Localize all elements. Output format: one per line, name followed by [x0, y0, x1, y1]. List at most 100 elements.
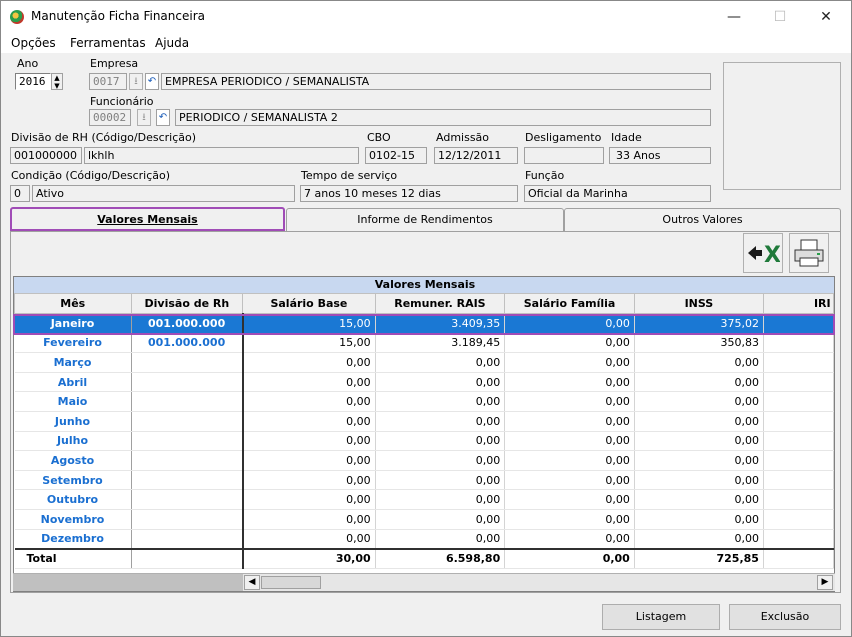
- cell-total-label[interactable]: Total: [14, 547, 132, 569]
- cell-irrf[interactable]: [763, 470, 834, 491]
- exclusao-button[interactable]: Exclusão: [729, 604, 841, 630]
- table-row[interactable]: Dezembro 0,00 0,00 0,00 0,00: [14, 529, 834, 550]
- cell-inss[interactable]: 0,00: [634, 509, 764, 530]
- cell-mes[interactable]: Dezembro: [14, 529, 132, 550]
- cell-mes[interactable]: Março: [14, 352, 132, 373]
- cell-irrf[interactable]: [763, 391, 834, 412]
- cell-remuner-rais[interactable]: 0,00: [375, 411, 506, 432]
- scroll-thumb[interactable]: [261, 576, 321, 589]
- cell-remuner-rais[interactable]: 3.409,35: [375, 313, 506, 334]
- cell-remuner-rais[interactable]: 0,00: [375, 470, 506, 491]
- cell-salario-familia[interactable]: 0,00: [504, 333, 635, 354]
- menu-ferramentas[interactable]: Ferramentas: [70, 36, 146, 50]
- cell-salario-base[interactable]: 0,00: [242, 352, 376, 373]
- table-row[interactable]: Janeiro 001.000.000 15,00 3.409,35 0,00 375,0…: [14, 313, 834, 334]
- scroll-left-icon[interactable]: ◀: [244, 575, 260, 590]
- cell-salario-familia[interactable]: 0,00: [504, 509, 635, 530]
- cell-inss[interactable]: 0,00: [634, 411, 764, 432]
- table-row[interactable]: Julho 0,00 0,00 0,00 0,00: [14, 431, 834, 452]
- cell-irrf[interactable]: [763, 372, 834, 393]
- cell-divisao[interactable]: 001.000.000: [131, 313, 244, 334]
- cell-salario-familia[interactable]: 0,00: [504, 431, 635, 452]
- cell-salario-base[interactable]: 15,00: [242, 313, 376, 334]
- funcionario-code-field[interactable]: 00002: [89, 109, 131, 126]
- table-row[interactable]: Fevereiro 001.000.000 15,00 3.189,45 0,00 350…: [14, 333, 834, 354]
- cell-salario-base[interactable]: 0,00: [242, 450, 376, 471]
- empresa-undo-icon[interactable]: ↶: [145, 73, 159, 90]
- cell-total-inss[interactable]: 725,85: [634, 547, 764, 569]
- cell-divisao[interactable]: [131, 431, 244, 452]
- cell-divisao[interactable]: [131, 489, 244, 510]
- empresa-lookup-icon[interactable]: ⭳: [129, 73, 143, 90]
- col-header-remuner-rais[interactable]: Remuner. RAIS: [374, 293, 506, 314]
- cell-irrf[interactable]: [763, 431, 834, 452]
- table-row[interactable]: Outubro 0,00 0,00 0,00 0,00: [14, 489, 834, 510]
- cell-salario-familia[interactable]: 0,00: [504, 313, 635, 334]
- cell-divisao[interactable]: [131, 411, 244, 432]
- table-row[interactable]: Novembro 0,00 0,00 0,00 0,00: [14, 509, 834, 530]
- cell-salario-base[interactable]: 0,00: [242, 509, 376, 530]
- funcionario-undo-icon[interactable]: ↶: [156, 109, 170, 126]
- scroll-right-icon[interactable]: ▶: [817, 575, 833, 590]
- col-header-mes[interactable]: Mês: [14, 293, 132, 314]
- cell-mes[interactable]: Janeiro: [14, 313, 132, 334]
- cell-irrf[interactable]: [763, 352, 834, 373]
- cell-salario-familia[interactable]: 0,00: [504, 391, 635, 412]
- cell-salario-base[interactable]: 0,00: [242, 411, 376, 432]
- tab-outros-valores[interactable]: Outros Valores: [564, 208, 841, 232]
- menu-ajuda[interactable]: Ajuda: [155, 36, 189, 50]
- cell-inss[interactable]: 0,00: [634, 391, 764, 412]
- col-header-salario-familia[interactable]: Salário Família: [504, 293, 635, 314]
- maximize-button[interactable]: ☐: [757, 1, 803, 33]
- funcionario-lookup-icon[interactable]: ⭳: [137, 109, 151, 126]
- cell-salario-base[interactable]: 0,00: [242, 470, 376, 491]
- cell-inss[interactable]: 0,00: [634, 529, 764, 550]
- cell-mes[interactable]: Maio: [14, 391, 132, 412]
- cell-divisao[interactable]: [131, 391, 244, 412]
- cell-remuner-rais[interactable]: 0,00: [375, 450, 506, 471]
- cell-remuner-rais[interactable]: 3.189,45: [375, 333, 506, 354]
- cell-remuner-rais[interactable]: 0,00: [375, 489, 506, 510]
- excel-export-button[interactable]: X: [743, 233, 783, 273]
- cell-total-remuner-rais[interactable]: 6.598,80: [375, 547, 506, 569]
- cell-mes[interactable]: Agosto: [14, 450, 132, 471]
- col-header-divisao[interactable]: Divisão de Rh: [130, 293, 244, 314]
- cell-total-salario-base[interactable]: 30,00: [242, 547, 376, 569]
- cell-irrf[interactable]: [763, 489, 834, 510]
- table-row[interactable]: Abril 0,00 0,00 0,00 0,00: [14, 372, 834, 393]
- horizontal-scrollbar[interactable]: ◀ ▶: [13, 573, 835, 591]
- cell-divisao[interactable]: [131, 470, 244, 491]
- cell-remuner-rais[interactable]: 0,00: [375, 431, 506, 452]
- cell-inss[interactable]: 350,83: [634, 333, 764, 354]
- cell-salario-base[interactable]: 0,00: [242, 372, 376, 393]
- cell-mes[interactable]: Abril: [14, 372, 132, 393]
- col-header-inss[interactable]: INSS: [633, 293, 764, 314]
- cell-divisao[interactable]: [131, 450, 244, 471]
- cell-inss[interactable]: 0,00: [634, 431, 764, 452]
- cell-salario-familia[interactable]: 0,00: [504, 372, 635, 393]
- table-row[interactable]: Março 0,00 0,00 0,00 0,00: [14, 352, 834, 373]
- cell-irrf[interactable]: [763, 333, 834, 354]
- cell-salario-base[interactable]: 0,00: [242, 391, 376, 412]
- cell-mes[interactable]: Novembro: [14, 509, 132, 530]
- cell-mes[interactable]: Julho: [14, 431, 132, 452]
- cell-irrf[interactable]: [763, 450, 834, 471]
- tab-informe-rendimentos[interactable]: Informe de Rendimentos: [286, 208, 564, 232]
- cell-divisao[interactable]: [131, 509, 244, 530]
- cell-inss[interactable]: 0,00: [634, 470, 764, 491]
- ano-input[interactable]: 2016: [15, 73, 51, 90]
- cell-remuner-rais[interactable]: 0,00: [375, 372, 506, 393]
- cell-salario-base[interactable]: 0,00: [242, 431, 376, 452]
- cell-irrf[interactable]: [763, 529, 834, 550]
- cell-inss[interactable]: 0,00: [634, 450, 764, 471]
- table-row[interactable]: Setembro 0,00 0,00 0,00 0,00: [14, 470, 834, 491]
- cell-salario-familia[interactable]: 0,00: [504, 529, 635, 550]
- cell-inss[interactable]: 0,00: [634, 372, 764, 393]
- cell-salario-base[interactable]: 15,00: [242, 333, 376, 354]
- cell-mes[interactable]: Setembro: [14, 470, 132, 491]
- empresa-code-field[interactable]: 0017: [89, 73, 127, 90]
- cell-remuner-rais[interactable]: 0,00: [375, 391, 506, 412]
- tab-valores-mensais[interactable]: Valores Mensais: [10, 207, 285, 231]
- table-row[interactable]: Junho 0,00 0,00 0,00 0,00: [14, 411, 834, 432]
- col-header-irrf[interactable]: IRI: [762, 293, 834, 314]
